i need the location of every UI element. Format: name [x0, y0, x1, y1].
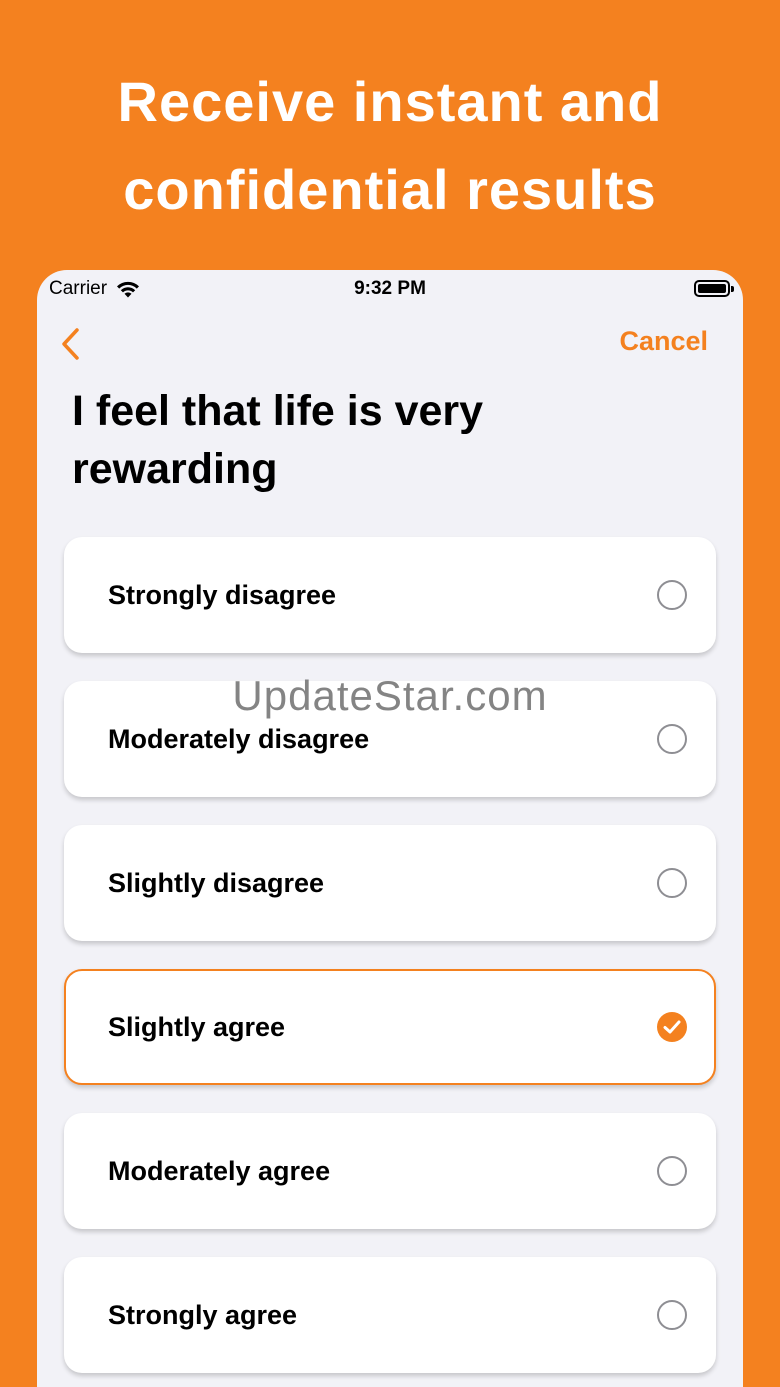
radio-unchecked-icon[interactable] [657, 580, 687, 610]
option-label: Moderately agree [108, 1155, 331, 1186]
option-moderately-agree[interactable]: Moderately agree [64, 1113, 716, 1229]
radio-unchecked-icon[interactable] [657, 868, 687, 898]
option-slightly-agree[interactable]: Slightly agree [64, 969, 716, 1085]
cancel-button[interactable]: Cancel [619, 326, 708, 357]
promo-headline-line2: confidential results [123, 158, 657, 221]
watermark: UpdateStar.com [232, 672, 548, 719]
option-label: Slightly agree [108, 1011, 286, 1042]
chevron-left-icon [62, 328, 79, 360]
option-label: Slightly disagree [108, 867, 325, 898]
radio-unchecked-icon[interactable] [657, 1156, 687, 1186]
back-button[interactable] [55, 324, 85, 364]
answer-options: Strongly disagree Moderately disagree Sl… [64, 537, 716, 1387]
option-label: Strongly disagree [108, 579, 337, 610]
radio-checked-icon[interactable] [657, 1012, 687, 1042]
battery-icon [694, 280, 734, 297]
option-label: Strongly agree [108, 1299, 298, 1330]
status-bar: Carrier 9:32 PM [37, 270, 743, 310]
radio-unchecked-icon[interactable] [657, 1300, 687, 1330]
promo-headline-line1: Receive instant and [117, 70, 663, 133]
checkmark-icon [663, 1020, 681, 1034]
option-strongly-agree[interactable]: Strongly agree [64, 1257, 716, 1373]
question-title: I feel that life is very rewarding [72, 387, 484, 493]
option-strongly-disagree[interactable]: Strongly disagree [64, 537, 716, 653]
option-slightly-disagree[interactable]: Slightly disagree [64, 825, 716, 941]
phone-screen: Carrier 9:32 PM Cancel I feel that life … [37, 270, 743, 1387]
option-label: Moderately disagree [108, 723, 370, 754]
status-time: 9:32 PM [354, 278, 426, 299]
radio-unchecked-icon[interactable] [657, 724, 687, 754]
promo-headline: Receive instant and confidential results [0, 58, 780, 234]
